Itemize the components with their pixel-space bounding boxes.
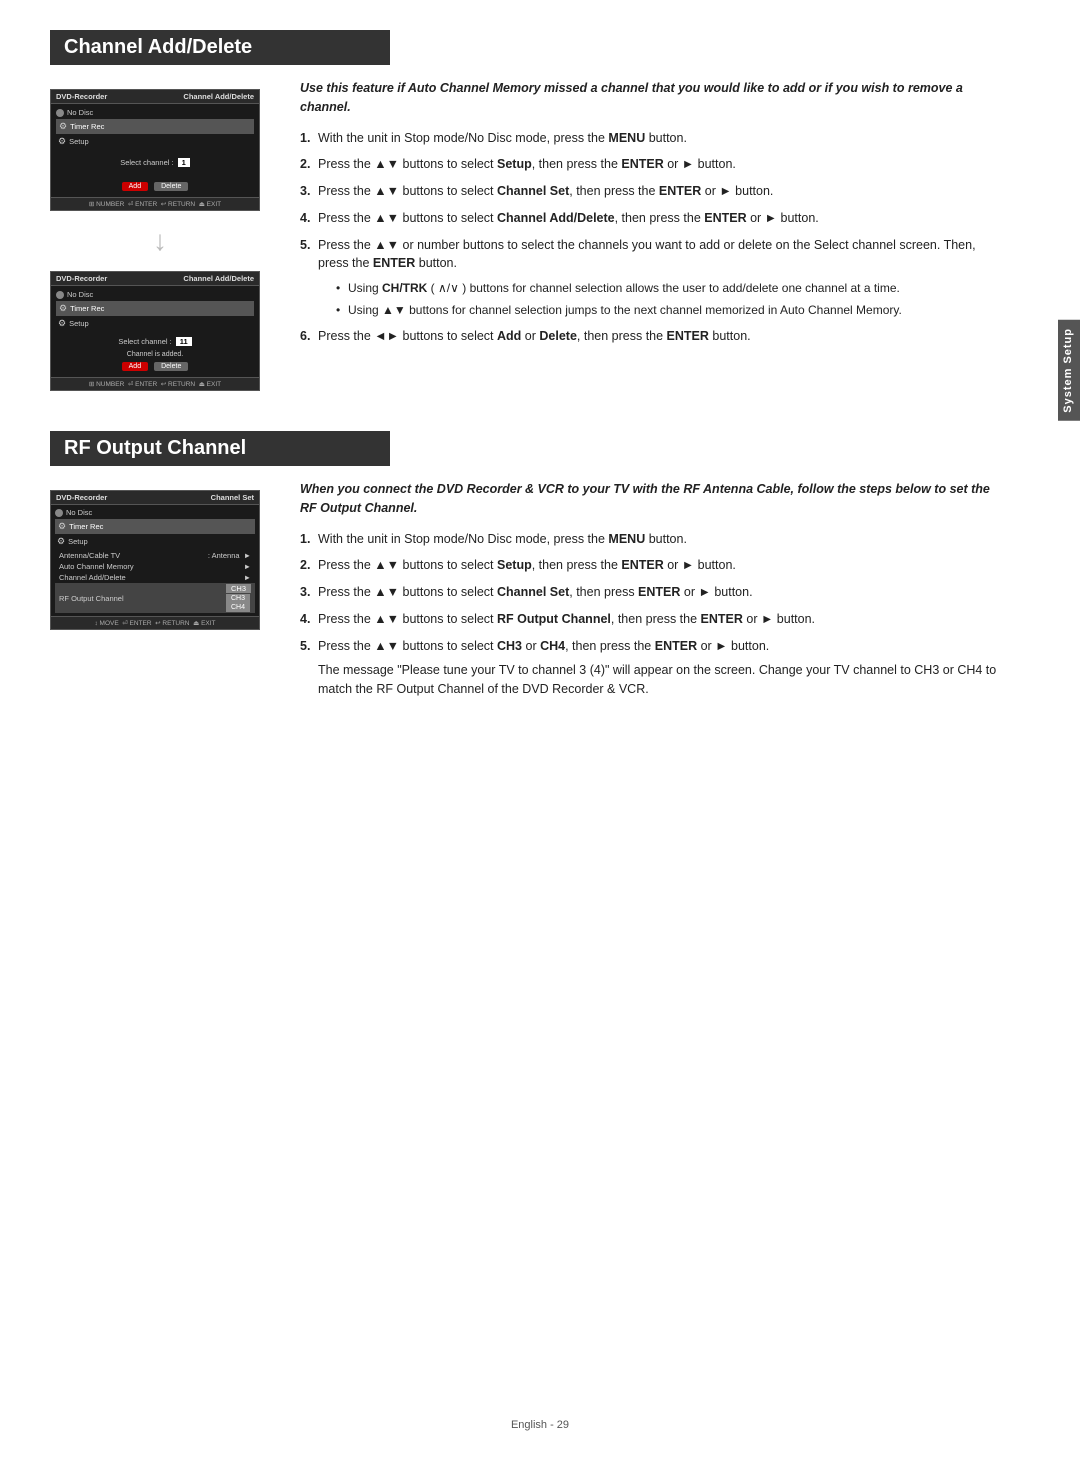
osd-rf-row3: Setup [68, 537, 88, 546]
rf-output-channel-section: RF Output Channel DVD-Recorder Channel S… [50, 431, 1000, 707]
rf-step-3: 3. Press the ▲▼ buttons to select Channe… [300, 583, 1000, 602]
rf-step-4: 4. Press the ▲▼ buttons to select RF Out… [300, 610, 1000, 629]
osd-rf-footer: ↕ MOVE ⏎ ENTER ↩ RETURN ⏏ EXIT [94, 619, 215, 627]
osd-screen-1: DVD-Recorder Channel Add/Delete No Disc … [50, 89, 260, 211]
osd1-btn-delete[interactable]: Delete [154, 182, 188, 191]
channel-add-delete-heading: Channel Add/Delete [50, 30, 1000, 79]
step-5: 5. Press the ▲▼ or number buttons to sel… [300, 236, 1000, 320]
rf-output-instructions: When you connect the DVD Recorder & VCR … [300, 480, 1000, 707]
rf-step-2: 2. Press the ▲▼ buttons to select Setup,… [300, 556, 1000, 575]
osd2-footer: ⊞ NUMBER ⏎ ENTER ↩ RETURN ⏏ EXIT [89, 380, 221, 388]
osd1-btn-add[interactable]: Add [122, 182, 148, 191]
osd1-title-right: Channel Add/Delete [183, 92, 254, 101]
osd-rf-row2: Timer Rec [69, 522, 103, 531]
step-4: 4. Press the ▲▼ buttons to select Channe… [300, 209, 1000, 228]
osd-menu-row-4: RF Output Channel CH3 CH3 CH4 [55, 583, 255, 613]
osd2-select-label: Select channel : [118, 337, 171, 346]
osd-menu-row-3: Channel Add/Delete ► [55, 572, 255, 583]
osd-menu-row-2: Auto Channel Memory ► [55, 561, 255, 572]
osd-menu-row-1: Antenna/Cable TV : Antenna ► [55, 550, 255, 561]
osd-screen-2: DVD-Recorder Channel Add/Delete No Disc … [50, 271, 260, 391]
osd2-title-right: Channel Add/Delete [183, 274, 254, 283]
osd-rf-screen: DVD-Recorder Channel Set No Disc ⚙ Timer… [50, 490, 260, 630]
osd2-select-val: 11 [176, 337, 192, 346]
osd2-btn-add[interactable]: Add [122, 362, 148, 371]
rf-output-steps: 1. With the unit in Stop mode/No Disc mo… [300, 530, 1000, 699]
osd1-select-label: Select channel : [120, 158, 173, 167]
osd1-footer: ⊞ NUMBER ⏎ ENTER ↩ RETURN ⏏ EXIT [89, 200, 221, 208]
osd1-row1: No Disc [67, 108, 93, 117]
bullet-2: Using ▲▼ buttons for channel selection j… [336, 301, 1000, 319]
osd-arrow-connector: ↓ [50, 227, 270, 255]
rf-step-5-message: The message "Please tune your TV to chan… [318, 661, 1000, 699]
osd2-row1: No Disc [67, 290, 93, 299]
osd1-select-val: 1 [178, 158, 190, 167]
osd2-channel-added: Channel is added. [56, 351, 254, 358]
osd1-row2: Timer Rec [70, 122, 104, 131]
rf-output-intro: When you connect the DVD Recorder & VCR … [300, 480, 1000, 518]
channel-add-delete-screenshots: DVD-Recorder Channel Add/Delete No Disc … [50, 79, 270, 391]
channel-add-delete-section: Channel Add/Delete DVD-Recorder Channel … [50, 30, 1000, 391]
side-tab-system-setup: System Setup [1058, 320, 1080, 421]
osd1-row3: Setup [69, 137, 89, 146]
channel-add-delete-steps: 1. With the unit in Stop mode/No Disc mo… [300, 129, 1000, 346]
channel-add-delete-instructions: Use this feature if Auto Channel Memory … [300, 79, 1000, 391]
rf-step-1: 1. With the unit in Stop mode/No Disc mo… [300, 530, 1000, 549]
step-3: 3. Press the ▲▼ buttons to select Channe… [300, 182, 1000, 201]
rf-output-screenshots: DVD-Recorder Channel Set No Disc ⚙ Timer… [50, 480, 270, 707]
osd2-title-left: DVD-Recorder [56, 274, 107, 283]
step-5-bullets: Using CH/TRK ( ∧/∨ ) buttons for channel… [336, 279, 1000, 319]
osd2-btn-delete[interactable]: Delete [154, 362, 188, 371]
osd-rf-title-right: Channel Set [211, 493, 254, 502]
osd-rf-title-left: DVD-Recorder [56, 493, 107, 502]
bullet-1: Using CH/TRK ( ∧/∨ ) buttons for channel… [336, 279, 1000, 297]
rf-output-heading: RF Output Channel [50, 431, 1000, 480]
osd2-row3: Setup [69, 319, 89, 328]
rf-step-5: 5. Press the ▲▼ buttons to select CH3 or… [300, 637, 1000, 699]
osd1-title-left: DVD-Recorder [56, 92, 107, 101]
step-6: 6. Press the ◄► buttons to select Add or… [300, 327, 1000, 346]
osd2-row2: Timer Rec [70, 304, 104, 313]
osd-rf-row1: No Disc [66, 508, 92, 517]
page-footer: English - 29 [0, 1419, 1080, 1431]
step-2: 2. Press the ▲▼ buttons to select Setup,… [300, 155, 1000, 174]
channel-add-delete-intro: Use this feature if Auto Channel Memory … [300, 79, 1000, 117]
step-1: 1. With the unit in Stop mode/No Disc mo… [300, 129, 1000, 148]
